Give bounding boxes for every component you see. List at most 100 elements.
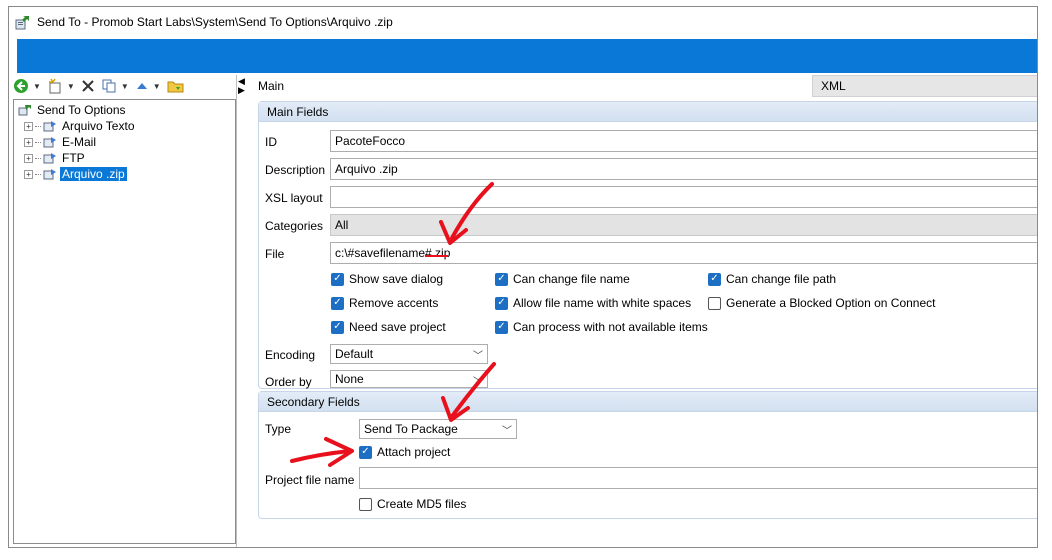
back-button[interactable] bbox=[13, 77, 29, 95]
new-item-button[interactable] bbox=[47, 77, 63, 95]
main-fields-header: Main Fields bbox=[259, 102, 1037, 122]
generate-blocked-option-checkbox[interactable]: Generate a Blocked Option on Connect bbox=[708, 296, 935, 310]
app-icon bbox=[15, 14, 31, 30]
checkbox-label: Remove accents bbox=[349, 296, 439, 310]
categories-field[interactable]: All bbox=[330, 214, 1037, 236]
project-file-name-label: Project file name bbox=[265, 473, 355, 487]
type-select[interactable]: Send To Package ﹀ bbox=[359, 419, 517, 439]
can-change-file-name-checkbox[interactable]: ✓ Can change file name bbox=[495, 272, 630, 286]
tree-item-arquivo-zip[interactable]: + Arquivo .zip bbox=[18, 166, 231, 182]
file-label: File bbox=[265, 247, 285, 261]
main-content: Main Fields ID PacoteFocco Description A… bbox=[254, 97, 1037, 547]
secondary-fields-header: Secondary Fields bbox=[259, 392, 1037, 412]
tree-item-label: FTP bbox=[62, 151, 85, 165]
move-up-button[interactable] bbox=[135, 77, 149, 95]
send-to-options-icon bbox=[18, 105, 31, 116]
send-option-icon bbox=[43, 137, 56, 148]
checkbox-checked-icon: ✓ bbox=[331, 296, 344, 310]
can-process-not-available-checkbox[interactable]: ✓ Can process with not available items bbox=[495, 320, 708, 334]
delete-icon bbox=[82, 80, 94, 92]
send-option-icon bbox=[43, 169, 56, 180]
copy-icon bbox=[102, 79, 116, 93]
tree-item-label-selected: Arquivo .zip bbox=[60, 167, 127, 181]
tree-item-label: Arquivo Texto bbox=[62, 119, 135, 133]
checkbox-unchecked-icon bbox=[708, 296, 721, 310]
send-option-icon bbox=[43, 121, 56, 132]
checkbox-checked-icon: ✓ bbox=[331, 272, 344, 286]
copy-button[interactable] bbox=[101, 77, 117, 95]
description-field[interactable]: Arquivo .zip bbox=[330, 158, 1037, 180]
back-dropdown-caret-icon[interactable]: ▼ bbox=[33, 82, 41, 91]
order-by-select[interactable]: None ﹀ bbox=[330, 370, 488, 388]
tree-item-label: E-Mail bbox=[62, 135, 97, 149]
title-bar: Send To - Promob Start Labs\System\Send … bbox=[9, 7, 1037, 37]
left-pane: ▼ ▼ ▼ ▼ Send To Options + Arquivo Texto … bbox=[9, 75, 237, 547]
create-md5-label: Create MD5 files bbox=[377, 497, 467, 511]
remove-accents-checkbox[interactable]: ✓ Remove accents bbox=[331, 296, 438, 310]
expand-icon[interactable]: + bbox=[24, 169, 33, 179]
xsl-layout-label: XSL layout bbox=[265, 191, 323, 205]
checkbox-label: Can process with not available items bbox=[513, 320, 708, 334]
expand-icon[interactable]: + bbox=[24, 121, 33, 131]
order-by-value: None bbox=[335, 372, 364, 386]
file-field[interactable]: c:\#savefilename#.zip bbox=[330, 242, 1037, 264]
main-fields-group: Main Fields ID PacoteFocco Description A… bbox=[258, 101, 1037, 389]
expand-right-icon[interactable]: ▶ bbox=[238, 86, 248, 95]
checkbox-checked-icon: ✓ bbox=[495, 272, 508, 286]
move-up-icon bbox=[136, 83, 147, 89]
secondary-fields-group: Secondary Fields Type Send To Package ﹀ … bbox=[258, 391, 1037, 519]
show-save-dialog-checkbox[interactable]: ✓ Show save dialog bbox=[331, 272, 443, 286]
checkbox-checked-icon: ✓ bbox=[331, 320, 344, 334]
tab-xml[interactable]: XML bbox=[812, 75, 1037, 97]
window-title: Send To - Promob Start Labs\System\Send … bbox=[37, 15, 393, 29]
type-label: Type bbox=[265, 422, 292, 436]
checkbox-label: Can change file name bbox=[513, 272, 630, 286]
pane-splitter[interactable]: ◀ ▶ bbox=[238, 77, 248, 107]
can-change-file-path-checkbox[interactable]: ✓ Can change file path bbox=[708, 272, 836, 286]
new-item-icon bbox=[48, 78, 61, 94]
options-tree: Send To Options + Arquivo Texto + E-Mail… bbox=[13, 99, 236, 544]
folder-icon bbox=[167, 81, 184, 93]
xsl-layout-field[interactable] bbox=[330, 186, 1037, 208]
tree-item-e-mail[interactable]: + E-Mail bbox=[18, 134, 231, 150]
project-file-name-field[interactable] bbox=[359, 467, 1037, 489]
allow-white-spaces-checkbox[interactable]: ✓ Allow file name with white spaces bbox=[495, 296, 691, 310]
expand-icon[interactable]: + bbox=[24, 137, 33, 147]
tree-root[interactable]: Send To Options bbox=[18, 102, 231, 118]
chevron-down-icon: ﹀ bbox=[473, 377, 483, 388]
id-field[interactable]: PacoteFocco bbox=[330, 130, 1037, 152]
tree-item-ftp[interactable]: + FTP bbox=[18, 150, 231, 166]
tab-main[interactable]: Main bbox=[254, 75, 812, 97]
tree-root-label: Send To Options bbox=[37, 103, 126, 117]
expand-icon[interactable]: + bbox=[24, 153, 33, 163]
move-dropdown-caret-icon[interactable]: ▼ bbox=[153, 82, 161, 91]
id-label: ID bbox=[265, 135, 277, 149]
order-by-label: Order by bbox=[265, 375, 312, 389]
encoding-select[interactable]: Default ﹀ bbox=[330, 344, 488, 364]
back-arrow-icon bbox=[14, 79, 28, 93]
delete-button[interactable] bbox=[81, 77, 95, 95]
need-save-project-checkbox[interactable]: ✓ Need save project bbox=[331, 320, 446, 334]
tab-strip: Main XML bbox=[254, 75, 1037, 97]
tree-item-arquivo-texto[interactable]: + Arquivo Texto bbox=[18, 118, 231, 134]
checkbox-label: Generate a Blocked Option on Connect bbox=[726, 296, 936, 310]
send-option-icon bbox=[43, 153, 56, 164]
chevron-down-icon: ﹀ bbox=[502, 426, 512, 437]
ribbon-bar bbox=[17, 39, 1037, 73]
checkbox-checked-icon: ✓ bbox=[708, 272, 721, 286]
checkbox-label: Can change file path bbox=[726, 272, 837, 286]
type-value: Send To Package bbox=[364, 422, 458, 436]
categories-label: Categories bbox=[265, 219, 324, 233]
tree-toolbar: ▼ ▼ ▼ ▼ bbox=[9, 75, 236, 97]
checkbox-checked-icon: ✓ bbox=[495, 320, 508, 334]
attach-project-label: Attach project bbox=[377, 445, 451, 459]
checkbox-label: Allow file name with white spaces bbox=[513, 296, 692, 310]
create-md5-files-checkbox[interactable]: Create MD5 files bbox=[359, 497, 466, 511]
send-to-window: Send To - Promob Start Labs\System\Send … bbox=[8, 6, 1038, 548]
copy-dropdown-caret-icon[interactable]: ▼ bbox=[121, 82, 129, 91]
description-label: Description bbox=[265, 163, 326, 177]
folder-button[interactable] bbox=[167, 77, 185, 95]
checkbox-checked-icon: ✓ bbox=[495, 296, 508, 310]
new-dropdown-caret-icon[interactable]: ▼ bbox=[67, 82, 75, 91]
attach-project-checkbox[interactable]: ✓ Attach project bbox=[359, 445, 450, 459]
